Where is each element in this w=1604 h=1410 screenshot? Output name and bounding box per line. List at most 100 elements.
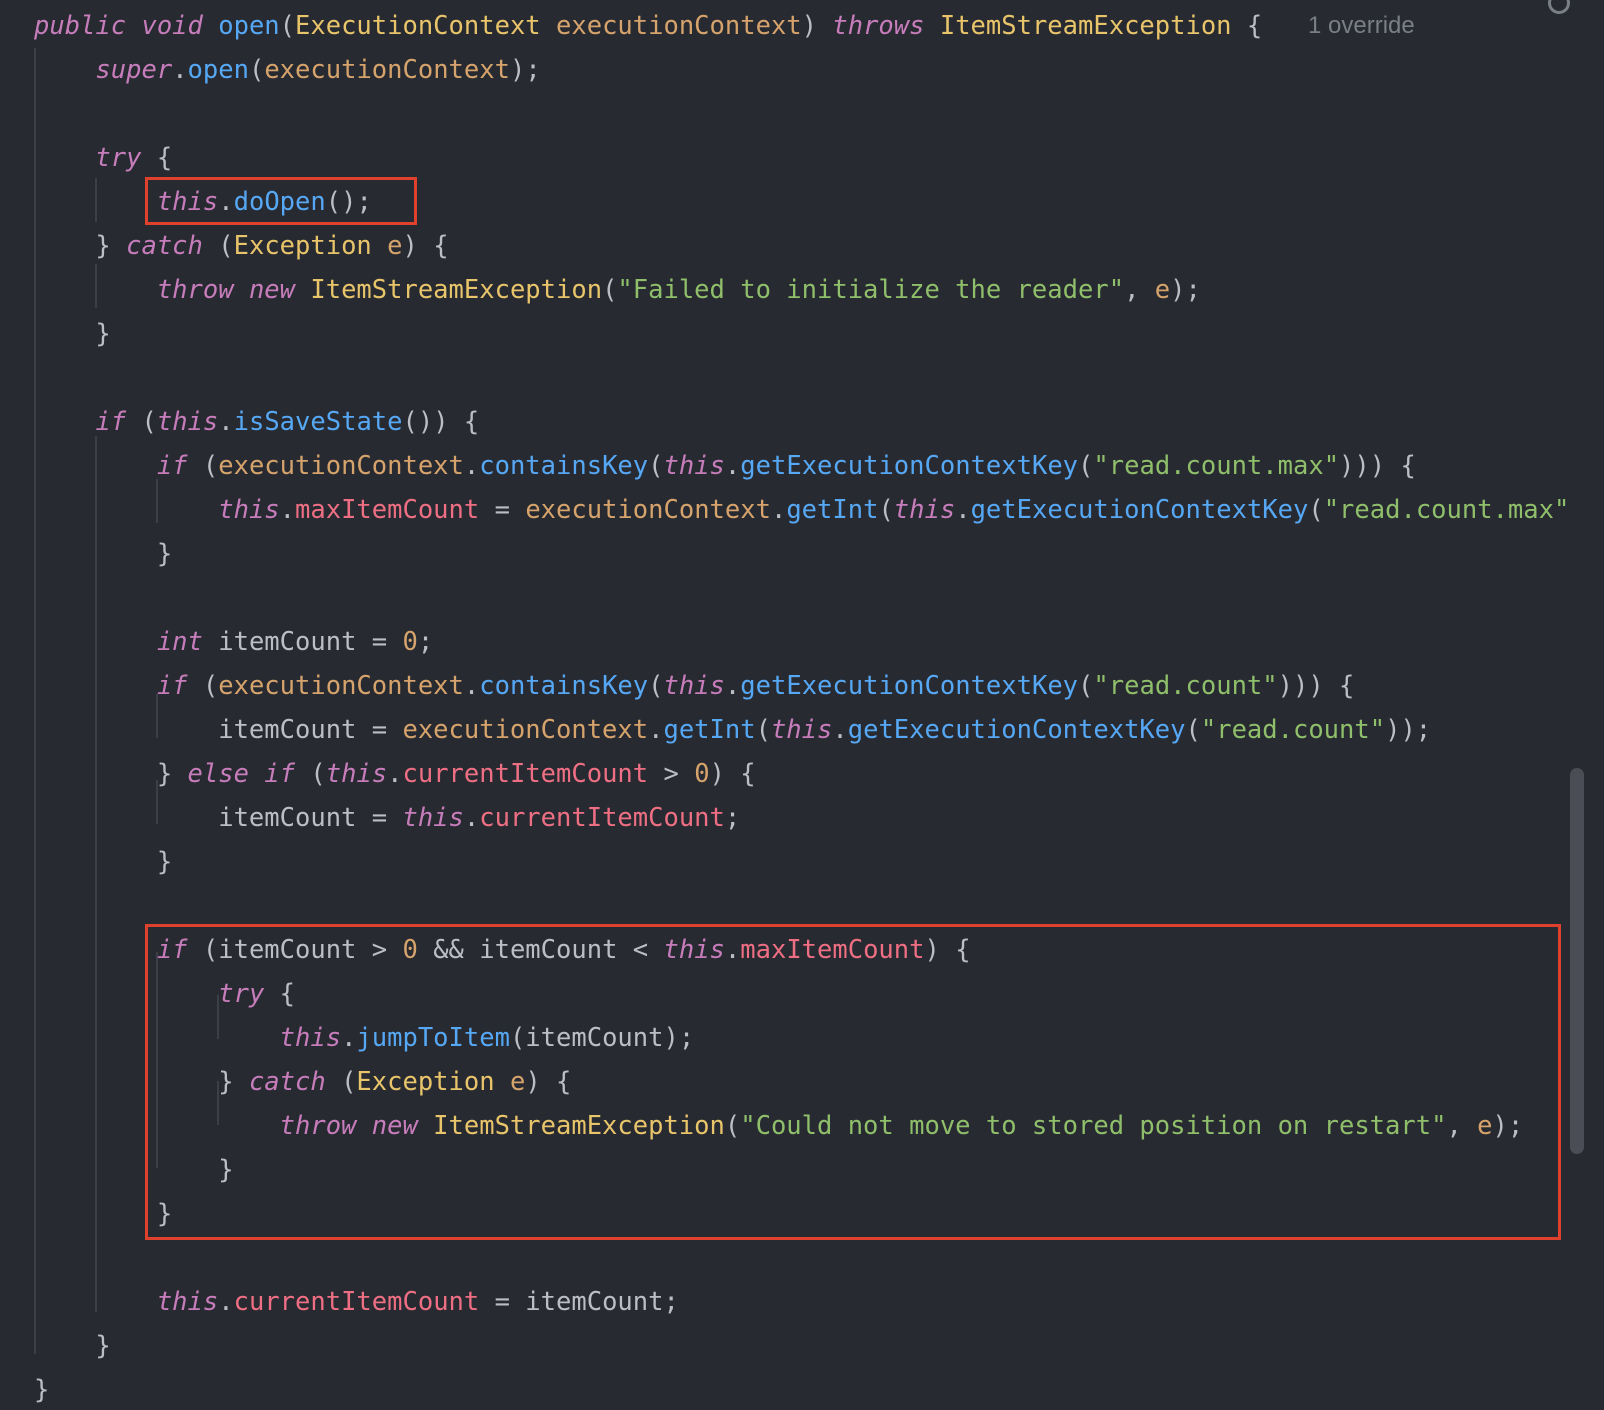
code-token: . <box>724 451 741 481</box>
code-token: itemCount = <box>218 627 403 657</box>
code-line[interactable]: } <box>34 312 111 356</box>
code-token: ))) { <box>1277 671 1355 701</box>
code-token: if <box>156 671 203 701</box>
code-token: executionContext <box>218 671 464 701</box>
code-token: ; <box>724 803 741 833</box>
code-line[interactable]: if (executionContext.containsKey(this.ge… <box>34 664 1355 708</box>
code-token: maxItemCount <box>295 495 480 525</box>
code-token: this <box>325 759 388 789</box>
code-token: . <box>955 495 971 525</box>
code-line[interactable]: if (this.isSaveState()) { <box>34 400 479 444</box>
code-token: "read.count" <box>1200 715 1386 745</box>
code-token: Exception <box>233 231 388 261</box>
code-token: ))) { <box>1339 451 1416 481</box>
code-token: containsKey <box>479 451 649 481</box>
code-token: = itemCount; <box>479 1287 679 1317</box>
code-line[interactable]: } else if (this.currentItemCount > 0) { <box>34 752 756 796</box>
code-line[interactable]: } <box>34 1324 111 1368</box>
code-token: "read.count.max" <box>1323 495 1570 525</box>
code-token: getInt <box>786 495 879 525</box>
code-token: e <box>1154 275 1171 305</box>
code-token: { <box>1246 11 1263 41</box>
code-line[interactable]: } catch (Exception e) { <box>34 224 448 268</box>
code-line[interactable]: int itemCount = 0; <box>34 620 433 664</box>
code-line[interactable]: this.maxItemCount = executionContext.get… <box>34 488 1569 532</box>
code-token: ()) { <box>402 407 480 437</box>
code-token: ); <box>509 55 541 85</box>
code-token: } <box>34 1375 50 1405</box>
code-token: . <box>218 1287 234 1317</box>
code-token: ; <box>417 627 434 657</box>
code-token: } <box>34 847 173 877</box>
code-token: } <box>34 319 111 349</box>
code-token: super <box>95 55 173 85</box>
code-token: } <box>34 759 188 789</box>
code-token: getExecutionContextKey <box>740 671 1079 701</box>
code-line[interactable]: this.currentItemCount = itemCount; <box>34 1280 679 1324</box>
code-line[interactable]: } <box>34 532 172 576</box>
code-token: getInt <box>663 715 756 745</box>
code-line[interactable]: throw new ItemStreamException("Failed to… <box>34 268 1201 312</box>
code-token: catch <box>126 231 219 261</box>
vertical-scrollbar[interactable] <box>1570 768 1584 1154</box>
code-editor[interactable]: public void open(ExecutionContext execut… <box>0 0 1604 1410</box>
code-line[interactable]: super.open(executionContext); <box>34 48 541 92</box>
code-token: e <box>387 231 403 261</box>
code-token: ( <box>755 715 771 745</box>
code-token: ) { <box>709 759 756 789</box>
code-token: throw new <box>156 275 311 305</box>
override-inlay-hint[interactable]: 1 override <box>1308 4 1415 48</box>
code-token: throws <box>832 11 940 41</box>
code-token: this <box>402 803 464 833</box>
gear-icon[interactable] <box>1548 0 1570 14</box>
code-token: > <box>648 759 695 789</box>
code-token: currentItemCount <box>402 759 649 789</box>
code-line[interactable]: } <box>34 1368 49 1410</box>
code-token: "read.count.max" <box>1093 451 1340 481</box>
code-token: getExecutionContextKey <box>970 495 1309 525</box>
code-token: , <box>1124 275 1155 305</box>
code-line[interactable]: public void open(ExecutionContext execut… <box>34 4 1262 48</box>
code-token: "Failed to initialize the reader" <box>617 275 1125 305</box>
code-token: . <box>172 55 188 85</box>
code-token: this <box>156 407 219 437</box>
code-token: )); <box>1385 715 1432 745</box>
code-token: = <box>479 495 526 525</box>
code-token: if <box>95 407 142 437</box>
code-token: else if <box>187 759 311 789</box>
code-token: ItemStreamException <box>939 11 1247 41</box>
code-line[interactable]: if (executionContext.containsKey(this.ge… <box>34 444 1416 488</box>
code-line[interactable]: try { <box>34 136 172 180</box>
code-token: itemCount = <box>34 715 403 745</box>
code-token: ( <box>648 451 664 481</box>
code-token: ( <box>602 275 618 305</box>
code-token: ( <box>648 671 664 701</box>
code-token: . <box>387 759 403 789</box>
code-token: executionContext <box>556 11 802 41</box>
code-token: } <box>34 539 173 569</box>
code-line[interactable]: itemCount = executionContext.getInt(this… <box>34 708 1431 752</box>
code-token: executionContext <box>218 451 464 481</box>
code-token: currentItemCount <box>479 803 725 833</box>
code-token: this <box>663 451 725 481</box>
code-token: "read.count" <box>1093 671 1278 701</box>
code-token: ( <box>878 495 894 525</box>
code-token: . <box>218 407 234 437</box>
code-token: 0 <box>694 759 710 789</box>
code-token: public void <box>34 11 219 41</box>
code-token: this <box>770 715 833 745</box>
code-token: ExecutionContext <box>295 11 557 41</box>
code-token: getExecutionContextKey <box>847 715 1186 745</box>
code-line[interactable]: } <box>34 840 172 884</box>
code-token: . <box>463 451 480 481</box>
code-line[interactable]: itemCount = this.currentItemCount; <box>34 796 740 840</box>
code-token: } <box>34 1331 111 1361</box>
